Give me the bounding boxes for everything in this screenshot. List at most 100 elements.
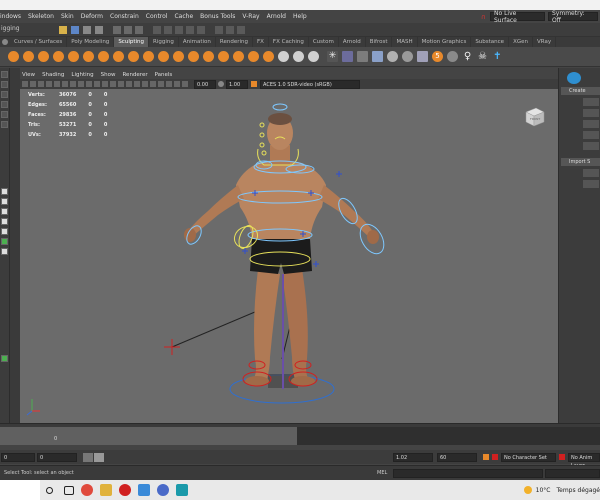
wax-tool-icon[interactable] — [158, 51, 169, 62]
grid-toggle-icon[interactable] — [54, 81, 60, 87]
viewport-3d[interactable]: Verts: 36076 0 0 Edges: 65560 0 0 Faces: 29836 0 0 T… — [20, 89, 558, 423]
create-section-header[interactable]: Create — [561, 87, 600, 95]
unmask-tool-icon[interactable] — [293, 51, 304, 62]
viewport-menu-item[interactable]: Panels — [155, 72, 173, 78]
layout-outliner-icon[interactable] — [1, 228, 8, 235]
range-end-field[interactable]: 1.02 — [393, 452, 433, 462]
command-line-input[interactable] — [393, 468, 543, 478]
paint-select-icon[interactable] — [1, 91, 8, 98]
taskbar-search-area[interactable] — [0, 480, 40, 500]
viewport-menu-item[interactable]: Lighting — [71, 72, 93, 78]
exposure-field[interactable]: 0.00 — [194, 79, 216, 89]
shelf-tab[interactable]: Sculpting — [114, 37, 149, 47]
shelf-tab[interactable]: Rigging — [149, 37, 179, 47]
layout-side-icon[interactable] — [1, 208, 8, 215]
knife-tool-icon[interactable] — [203, 51, 214, 62]
layout-four-icon[interactable] — [1, 198, 8, 205]
smear-tool-icon[interactable] — [218, 51, 229, 62]
menu-item[interactable]: Skin — [61, 13, 74, 20]
ao-icon[interactable] — [142, 81, 148, 87]
shelf-tab[interactable]: Poly Modeling — [67, 37, 115, 47]
create-button-5[interactable] — [583, 142, 599, 150]
select-component-icon[interactable] — [135, 25, 143, 34]
cross-icon[interactable]: ✝ — [492, 51, 503, 62]
amplify-tool-icon[interactable] — [248, 51, 259, 62]
shelf-tab[interactable]: FX — [253, 37, 269, 47]
select-tool-icon[interactable] — [1, 71, 8, 78]
flatten-tool-icon[interactable] — [83, 51, 94, 62]
shelf-tab[interactable]: Bifrost — [366, 37, 393, 47]
camera-icon[interactable] — [22, 81, 28, 87]
layout-top-icon[interactable] — [1, 218, 8, 225]
shelf-tab[interactable]: Animation — [179, 37, 216, 47]
menu-item[interactable]: Bonus Tools — [200, 13, 235, 20]
snap-curve-icon[interactable] — [164, 25, 172, 34]
textured-icon[interactable] — [118, 81, 124, 87]
lasso-tool-icon[interactable] — [1, 81, 8, 88]
menu-item[interactable]: Constrain — [110, 13, 139, 20]
erase-tool-icon[interactable] — [308, 51, 319, 62]
foamy-tool-icon[interactable] — [98, 51, 109, 62]
magnet-icon[interactable]: ∩ — [481, 13, 486, 21]
menu-item[interactable]: Cache — [174, 13, 193, 20]
maya-icon[interactable] — [176, 484, 188, 496]
shelf-tab[interactable]: FX Caching — [269, 37, 309, 47]
snap-grid-icon[interactable] — [153, 25, 161, 34]
play-controls-icon[interactable] — [483, 454, 489, 460]
time-slider-track[interactable]: 0 — [0, 427, 297, 445]
star-brush-icon[interactable]: ✳ — [327, 51, 338, 62]
snap-surface-icon[interactable] — [197, 25, 205, 34]
gamma-icon[interactable] — [218, 81, 224, 87]
create-button-3[interactable] — [583, 120, 599, 128]
scrape-tool-icon[interactable] — [173, 51, 184, 62]
undo-icon[interactable] — [83, 25, 91, 34]
layout-dope-icon[interactable] — [1, 355, 8, 362]
viewport-menu-item[interactable]: Shading — [42, 72, 64, 78]
shelf-tab[interactable]: Custom — [309, 37, 339, 47]
anim-layer-icon[interactable] — [559, 454, 565, 460]
menu-item[interactable]: Skeleton — [28, 13, 54, 20]
live-surface-dropdown[interactable]: No Live Surface — [490, 10, 545, 24]
aa-icon[interactable] — [158, 81, 164, 87]
range-bar-handle[interactable] — [94, 452, 104, 462]
gamma-field[interactable]: 1.00 — [226, 79, 248, 89]
menuset-dropdown[interactable]: igging — [1, 25, 51, 35]
create-button-4[interactable] — [583, 131, 599, 139]
anim-layer-dropdown[interactable]: No Anim Layer — [568, 452, 600, 469]
task-view-icon[interactable] — [64, 485, 74, 495]
menu-item[interactable]: Control — [146, 13, 168, 20]
resolution-gate-icon[interactable] — [70, 81, 76, 87]
film-gate-icon[interactable] — [62, 81, 68, 87]
figure-icon[interactable]: ♀ — [462, 51, 473, 62]
character-set-icon[interactable] — [492, 454, 498, 460]
create-button-2[interactable] — [583, 109, 599, 117]
cube-icon[interactable] — [417, 51, 428, 62]
spray-tool-icon[interactable] — [113, 51, 124, 62]
save-icon[interactable] — [71, 25, 79, 34]
shelf-tab[interactable]: Curves / Surfaces — [10, 37, 68, 47]
select-hierarchy-icon[interactable] — [113, 25, 121, 34]
search-icon[interactable] — [46, 486, 53, 494]
mel-label[interactable]: MEL — [377, 470, 393, 476]
shelf-gear-icon[interactable] — [2, 39, 8, 45]
shelf-tab[interactable]: VRay — [533, 37, 557, 47]
menu-item[interactable]: Help — [293, 13, 307, 20]
wrap-icon[interactable] — [372, 51, 383, 62]
character-set-dropdown[interactable]: No Character Set — [501, 452, 556, 462]
viewport-menu-item[interactable]: Show — [101, 72, 116, 78]
range-start-field[interactable]: 0 — [37, 452, 77, 462]
scale-tool-icon[interactable] — [1, 121, 8, 128]
bulge-tool-icon[interactable] — [233, 51, 244, 62]
grab-tool-icon[interactable] — [53, 51, 64, 62]
shelf-tab[interactable]: XGen — [509, 37, 533, 47]
viewport-menu-item[interactable]: View — [22, 72, 35, 78]
render-settings-icon[interactable] — [237, 25, 245, 34]
motion-blur-icon[interactable] — [150, 81, 156, 87]
menu-item[interactable]: Deform — [81, 13, 103, 20]
repeat-tool-icon[interactable] — [128, 51, 139, 62]
lock-camera-icon[interactable] — [30, 81, 36, 87]
grid-icon[interactable] — [357, 51, 368, 62]
lattice-icon[interactable] — [342, 51, 353, 62]
redo-icon[interactable] — [95, 25, 103, 34]
image-plane-icon[interactable] — [46, 81, 52, 87]
